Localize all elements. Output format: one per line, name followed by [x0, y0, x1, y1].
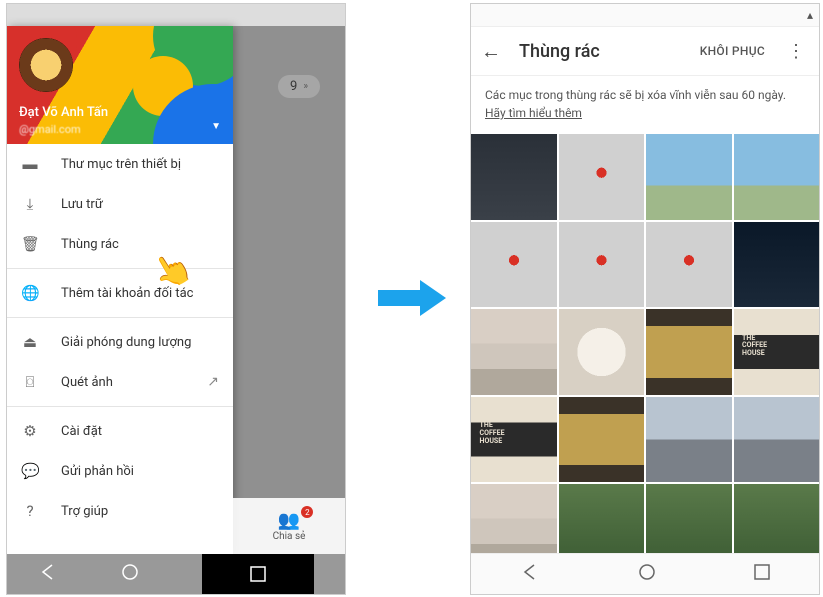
feedback-icon: 💬 — [21, 462, 39, 480]
trash-photo-thumb[interactable] — [471, 309, 557, 395]
menu-label: Thư mục trên thiết bị — [61, 157, 181, 172]
menu-archive[interactable]: ⤓ Lưu trữ — [7, 184, 233, 224]
nav-back-button[interactable] — [38, 562, 58, 586]
trash-photo-thumb[interactable] — [471, 134, 557, 220]
menu-label: Giải phóng dung lượng — [61, 335, 191, 350]
nav-home-button[interactable] — [637, 562, 657, 586]
trash-photo-thumb[interactable] — [734, 134, 820, 220]
drawer-shade[interactable] — [233, 26, 345, 554]
menu-label: Cài đặt — [61, 424, 102, 439]
trash-photo-thumb[interactable] — [646, 134, 732, 220]
trash-photo-thumb[interactable] — [734, 309, 820, 395]
system-nav-bar — [471, 553, 819, 594]
navigation-drawer: Đạt Võ Anh Tấn @gmail.com ▼ ▬ Thư mục tr… — [7, 26, 233, 554]
menu-feedback[interactable]: 💬 Gửi phản hồi — [7, 451, 233, 491]
more-options-button[interactable]: ⋮ — [783, 41, 809, 62]
globe-icon: 🌐 — [21, 284, 39, 302]
signal-icon: ▴ — [807, 8, 813, 22]
tab-shared-badge: 2 — [301, 506, 313, 518]
app-bar: ← Thùng rác KHÔI PHỤC ⋮ — [471, 27, 819, 76]
drawer-menu: ▬ Thư mục trên thiết bị ⤓ Lưu trữ 🗑 Thùn… — [7, 144, 233, 554]
tab-shared-label: Chia sẻ — [273, 531, 306, 542]
scan-icon: ⌼ — [21, 373, 39, 391]
drawer-header: Đạt Võ Anh Tấn @gmail.com ▼ — [7, 26, 233, 144]
learn-more-link[interactable]: Hãy tìm hiểu thêm — [485, 106, 582, 120]
trash-info-text: Các mục trong thùng rác sẽ bị xóa vĩnh v… — [471, 76, 819, 134]
menu-label: Thùng rác — [61, 237, 119, 252]
trash-photo-thumb[interactable] — [559, 222, 645, 308]
nav-back-button[interactable] — [520, 562, 540, 586]
divider — [7, 317, 233, 318]
nav-home-button[interactable] — [120, 562, 140, 586]
restore-button[interactable]: KHÔI PHỤC — [700, 44, 765, 58]
menu-free-space[interactable]: ⏏ Giải phóng dung lượng — [7, 322, 233, 362]
menu-label: Gửi phản hồi — [61, 464, 134, 479]
user-name: Đạt Võ Anh Tấn — [19, 105, 108, 120]
bottom-tab-strip: 👥 2 Chia sẻ — [233, 498, 345, 554]
external-link-icon: ↗ — [207, 374, 219, 390]
trash-photo-thumb[interactable] — [646, 222, 732, 308]
tab-shared[interactable]: 👥 2 Chia sẻ — [273, 510, 306, 542]
divider — [7, 406, 233, 407]
user-email: @gmail.com — [19, 123, 81, 136]
nav-recents-button[interactable] — [202, 554, 315, 594]
account-switch-chevron-icon[interactable]: ▼ — [211, 121, 221, 132]
menu-settings[interactable]: ⚙ Cài đặt — [7, 411, 233, 451]
menu-trash[interactable]: 🗑 Thùng rác — [7, 224, 233, 264]
left-phone-screen: ⏰ 🔄 4G 📶 ▮ 🔋 65% 15:32 9 » Đạt Võ Anh Tấ… — [6, 3, 346, 595]
trash-photo-thumb[interactable] — [559, 397, 645, 483]
avatar[interactable] — [19, 38, 73, 92]
menu-help[interactable]: ? Trợ giúp — [7, 491, 233, 531]
menu-scan-photos[interactable]: ⌼ Quét ảnh ↗ — [7, 362, 233, 402]
trash-photo-thumb[interactable] — [646, 397, 732, 483]
divider — [7, 268, 233, 269]
folder-icon: ▬ — [21, 155, 39, 173]
free-space-icon: ⏏ — [21, 333, 39, 351]
trash-photo-thumb[interactable] — [471, 397, 557, 483]
status-bar: ▴ — [471, 4, 819, 27]
help-icon: ? — [21, 502, 39, 520]
trash-photo-thumb[interactable] — [559, 309, 645, 395]
menu-label: Lưu trữ — [61, 197, 103, 212]
menu-partner-account[interactable]: 🌐 Thêm tài khoản đối tác — [7, 273, 233, 313]
trash-photo-thumb[interactable] — [471, 222, 557, 308]
info-text-body: Các mục trong thùng rác sẽ bị xóa vĩnh v… — [485, 88, 786, 102]
trash-photo-thumb[interactable] — [559, 134, 645, 220]
gear-icon: ⚙ — [21, 422, 39, 440]
right-phone-screen: ▴ ← Thùng rác KHÔI PHỤC ⋮ Các mục trong … — [470, 3, 820, 595]
trash-photo-thumb[interactable] — [734, 397, 820, 483]
nav-recents-button[interactable] — [754, 564, 770, 584]
transition-arrow-icon — [378, 280, 448, 316]
menu-label: Quét ảnh — [61, 375, 113, 390]
page-title: Thùng rác — [519, 41, 600, 62]
system-nav-bar — [7, 554, 345, 594]
trash-photo-grid — [471, 134, 819, 595]
menu-label: Trợ giúp — [61, 504, 108, 519]
menu-device-folders[interactable]: ▬ Thư mục trên thiết bị — [7, 144, 233, 184]
trash-photo-thumb[interactable] — [734, 222, 820, 308]
trash-icon: 🗑 — [21, 235, 39, 253]
trash-photo-thumb[interactable] — [646, 309, 732, 395]
back-button[interactable]: ← — [481, 39, 501, 64]
archive-icon: ⤓ — [21, 195, 39, 213]
people-icon: 👥 — [278, 510, 300, 531]
